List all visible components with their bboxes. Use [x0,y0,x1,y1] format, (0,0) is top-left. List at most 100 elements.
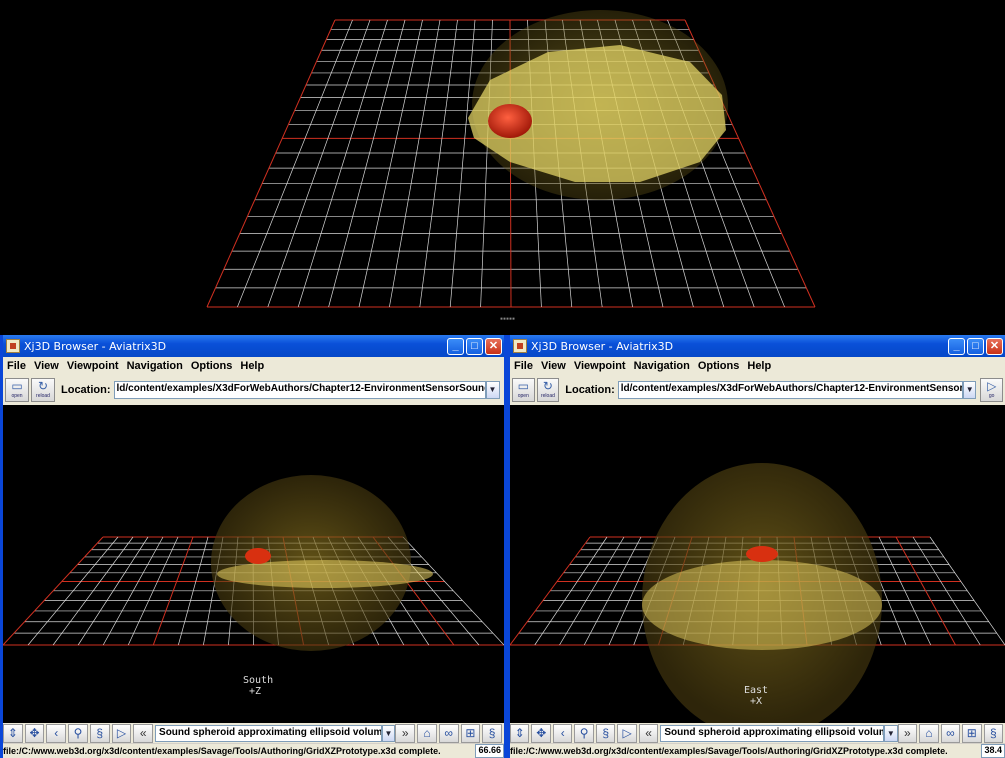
xj3d-app-icon [513,339,527,353]
go-button[interactable]: ▷ go [980,378,1003,402]
menu-view[interactable]: View [541,360,566,372]
home-icon[interactable]: ⌂ [919,723,939,743]
left-status-text: file:/C:/www.web3d.org/x3d/content/examp… [3,746,441,756]
menu-viewpoint[interactable]: Viewpoint [67,360,119,372]
grid-line [237,19,353,308]
viewpoint-dropdown-icon[interactable]: ▼ [883,724,898,742]
reload-button[interactable]: ↻ reload [536,378,560,402]
walk-icon[interactable]: ⚲ [68,723,88,743]
sound-source-ball [488,104,532,138]
examine-icon[interactable]: ⇕ [3,723,23,743]
viewpoint-dropdown-icon[interactable]: ▼ [381,724,396,742]
left-compass-axis: +Z [249,686,261,697]
left-compass-label: South [243,675,273,686]
next-viewpoint-icon[interactable]: » [395,723,416,743]
straighten-icon[interactable]: § [983,723,1004,743]
grid-line [419,19,458,308]
right-compass-axis: +X [750,696,762,707]
tilt-icon[interactable]: ‹ [46,723,67,743]
top-3d-view[interactable]: ▪▪▪▪▪ [0,0,1005,335]
right-menu-bar: File View Viewpoint Navigation Options H… [510,357,1005,375]
fly-icon[interactable]: § [595,723,616,743]
grid-line [389,19,441,308]
left-window-title: Xj3D Browser - Aviatrix3D [24,339,167,353]
pan-icon[interactable]: ✥ [531,723,551,743]
close-icon[interactable]: ✕ [986,337,1003,355]
location-input[interactable]: ld/content/examples/X3dForWebAuthors/Cha… [617,381,964,399]
grid-line [449,19,476,308]
right-sound-source-ball [746,546,778,562]
tilt-icon[interactable]: ‹ [552,723,573,743]
reload-icon: ↻ [37,379,49,393]
top-axis-label: ▪▪▪▪▪ [500,316,515,322]
grid-line [267,19,371,308]
maximize-icon[interactable]: □ [967,337,984,355]
right-fps: 38.4 [981,744,1005,758]
right-compass-label: East [744,685,768,696]
xj3d-app-icon [6,339,20,353]
next-viewpoint-icon[interactable]: » [897,723,918,743]
play-icon[interactable]: ▷ [617,723,637,743]
reload-icon: ↻ [542,379,553,393]
left-toolbar: ▭ open ↻ reload Location: ld/content/examp… [3,375,504,405]
right-toolbar: ▭ open ↻ reload Location: ld/content/examp… [510,375,1005,405]
open-button[interactable]: ▭ open [512,378,535,402]
menu-help[interactable]: Help [240,360,264,372]
reload-button[interactable]: ↻ reload [31,378,55,402]
prev-viewpoint-icon[interactable]: « [133,723,154,743]
location-label: Location: [61,384,111,396]
walk-icon[interactable]: ⚲ [574,723,594,743]
right-scene-svg: East +X [510,463,1005,723]
fly-icon[interactable]: § [89,723,110,743]
menu-view[interactable]: View [34,360,59,372]
folder-icon: ▭ [11,379,23,393]
viewpoint-select[interactable]: Sound spheroid approximating ellipsoid v… [660,724,884,742]
menu-options[interactable]: Options [698,360,740,372]
grid-line [328,19,406,308]
grid-line [358,19,423,308]
location-dropdown-icon[interactable]: ▼ [963,381,977,399]
menu-help[interactable]: Help [747,360,771,372]
left-menu-bar: File View Viewpoint Navigation Options H… [3,357,504,375]
right-ellipsoid-disk [642,560,882,650]
fit-icon[interactable]: ⊞ [962,723,982,743]
straighten-icon[interactable]: § [482,723,502,743]
viewpoint-select[interactable]: Sound spheroid approximating ellipsoid v… [155,724,382,742]
play-icon[interactable]: ▷ [111,723,132,743]
fit-icon[interactable]: ⊞ [460,723,481,743]
pan-icon[interactable]: ✥ [24,723,45,743]
right-3d-viewport[interactable]: East +X [510,405,1005,723]
examine-icon[interactable]: ⇕ [510,723,530,743]
location-input[interactable]: ld/content/examples/X3dForWebAuthors/Cha… [113,381,486,399]
minimize-icon[interactable]: _ [447,337,464,355]
menu-options[interactable]: Options [191,360,233,372]
menu-file[interactable]: File [514,360,533,372]
menu-file[interactable]: File [7,360,26,372]
home-icon[interactable]: ⌂ [417,723,437,743]
right-status-text: file:/C:/www.web3d.org/x3d/content/examp… [510,746,948,756]
left-fps: 66.66 [475,744,504,758]
top-scene-svg: ▪▪▪▪▪ [206,10,816,322]
left-3d-viewport[interactable]: South +Z [3,405,504,723]
right-status-bar: file:/C:/www.web3d.org/x3d/content/examp… [510,744,1005,758]
binoculars-icon[interactable]: ∞ [940,723,961,743]
menu-navigation[interactable]: Navigation [634,360,690,372]
left-scene-svg: South +Z [3,475,504,697]
minimize-icon[interactable]: _ [948,337,965,355]
go-arrow-icon: ▷ [987,379,997,393]
binoculars-icon[interactable]: ∞ [438,723,459,743]
grid-line [206,19,336,308]
folder-icon: ▭ [517,379,529,393]
open-button[interactable]: ▭ open [5,378,29,402]
right-window-title: Xj3D Browser - Aviatrix3D [531,339,674,353]
right-title-bar[interactable]: Xj3D Browser - Aviatrix3D _ □ ✕ [510,335,1005,357]
close-icon[interactable]: ✕ [485,337,502,355]
location-dropdown-icon[interactable]: ▼ [485,381,500,399]
left-nav-bar: ⇕ ✥ ‹ ⚲ § ▷ « Sound spheroid approximati… [3,723,504,743]
prev-viewpoint-icon[interactable]: « [638,723,659,743]
maximize-icon[interactable]: □ [466,337,483,355]
menu-navigation[interactable]: Navigation [127,360,183,372]
left-title-bar[interactable]: Xj3D Browser - Aviatrix3D _ □ ✕ [3,335,504,357]
menu-viewpoint[interactable]: Viewpoint [574,360,626,372]
left-ellipsoid-disk [217,560,433,588]
